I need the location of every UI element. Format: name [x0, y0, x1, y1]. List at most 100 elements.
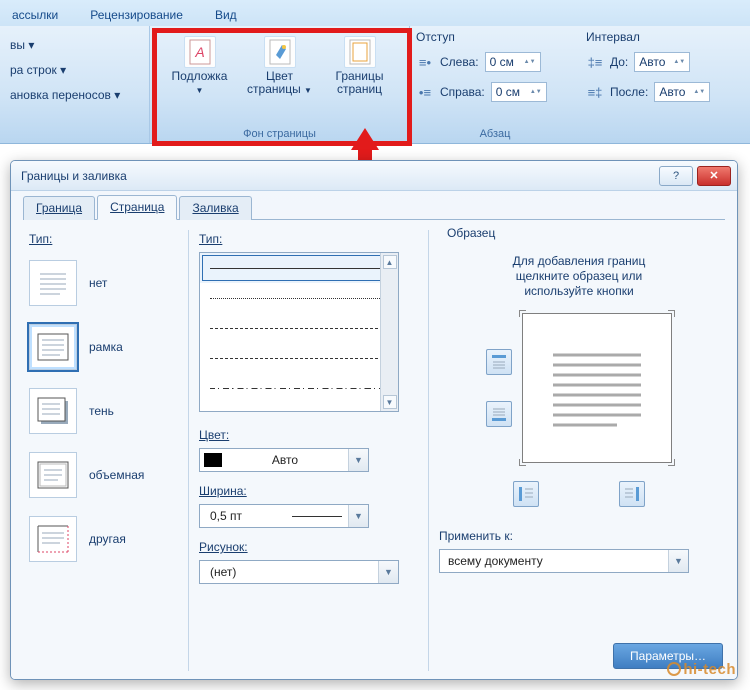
line-style-dashdot[interactable]: [200, 373, 398, 403]
edge-top-button[interactable]: [486, 349, 512, 375]
setting-3d-label: объемная: [89, 468, 144, 482]
indent-left-input[interactable]: 0 см▲▼: [485, 52, 541, 72]
indent-right-icon: •≡: [416, 85, 434, 100]
setting-box[interactable]: рамка: [29, 324, 178, 370]
edge-bottom-button[interactable]: [486, 401, 512, 427]
line-style-scrollbar[interactable]: ▲ ▼: [380, 253, 398, 411]
chevron-down-icon[interactable]: ▼: [668, 550, 688, 572]
tab-fill[interactable]: Заливка: [179, 196, 251, 220]
edge-right-button[interactable]: [619, 481, 645, 507]
setting-box-icon: [29, 324, 77, 370]
watermark-icon: A: [184, 36, 216, 68]
page-color-button[interactable]: Цвет страницы ▼: [245, 34, 315, 97]
group-title-paragraph: Абзац: [416, 126, 574, 143]
dialog-title: Границы и заливка: [21, 169, 655, 183]
group-title-page-setup: [6, 126, 143, 143]
tab-references[interactable]: ассылки: [10, 4, 60, 26]
annotation-arrow-head: [351, 128, 379, 150]
edge-left-button[interactable]: [513, 481, 539, 507]
group-page-setup-partial: вы ▾ ра строк ▾ ановка переносов ▾: [0, 26, 150, 143]
setting-none[interactable]: нет: [29, 260, 178, 306]
chevron-down-icon[interactable]: ▼: [348, 449, 368, 471]
page-color-icon: [264, 36, 296, 68]
art-combo[interactable]: (нет) ▼: [199, 560, 399, 584]
indent-heading: Отступ: [416, 30, 574, 46]
space-before-input[interactable]: Авто▲▼: [634, 52, 690, 72]
width-label: Ширина:: [199, 482, 418, 504]
tab-border[interactable]: Граница: [23, 196, 95, 220]
options-button[interactable]: Параметры…: [613, 643, 723, 669]
apply-to-value: всему документу: [440, 554, 668, 568]
svg-text:A: A: [194, 44, 204, 60]
spacing-heading: Интервал: [586, 30, 734, 46]
setting-shadow-label: тень: [89, 404, 114, 418]
close-button[interactable]: ✕: [697, 166, 731, 186]
preview-column: Образец Для добавления границ щелкните о…: [429, 230, 729, 671]
group-spacing: Интервал ‡≡ До: Авто▲▼ ≡‡ После: Авто▲▼: [580, 26, 740, 143]
watermark-button[interactable]: A Подложка▼: [165, 34, 235, 97]
indent-right-label: Справа:: [440, 85, 485, 99]
scroll-down-icon[interactable]: ▼: [383, 395, 397, 409]
spinner-icon[interactable]: ▲▼: [693, 89, 705, 95]
line-style-dash-fine[interactable]: [200, 313, 398, 343]
borders-shading-dialog: Границы и заливка ? ✕ Граница Страница З…: [10, 160, 738, 680]
spinner-icon[interactable]: ▲▼: [530, 89, 542, 95]
preview-legend: Образец: [443, 226, 499, 240]
page-setup-opt-3[interactable]: ановка переносов ▾: [6, 84, 124, 106]
indent-left-icon: ≡•: [416, 55, 434, 70]
page-setup-opt-1[interactable]: вы ▾: [6, 34, 124, 56]
apply-to-label: Применить к:: [439, 527, 719, 549]
space-after-icon: ≡‡: [586, 85, 604, 100]
page-setup-opt-2[interactable]: ра строк ▾: [6, 59, 124, 81]
space-after-input[interactable]: Авто▲▼: [654, 82, 710, 102]
setting-3d-icon: [29, 452, 77, 498]
setting-column: Тип: нет рамка тень объемная другая: [19, 230, 189, 671]
ribbon: вы ▾ ра строк ▾ ановка переносов ▾ A Под…: [0, 26, 750, 144]
chevron-down-icon[interactable]: ▼: [348, 505, 368, 527]
line-style-dotted[interactable]: [200, 283, 398, 313]
group-page-background: A Подложка▼ Цвет страницы ▼ Границы стра…: [150, 26, 410, 143]
help-button[interactable]: ?: [659, 166, 693, 186]
setting-3d[interactable]: объемная: [29, 452, 178, 498]
page-borders-button[interactable]: Границы страниц: [325, 34, 395, 96]
color-combo[interactable]: Авто ▼: [199, 448, 369, 472]
color-label: Цвет:: [199, 426, 418, 448]
style-column: Тип: ▲ ▼ Цвет: Авто ▼ Ширина: 0,5 п: [189, 230, 429, 671]
preview-hint: Для добавления границ щелкните образец и…: [439, 234, 719, 307]
setting-custom-label: другая: [89, 532, 126, 546]
line-style-solid[interactable]: [200, 253, 398, 283]
indent-right-input[interactable]: 0 см▲▼: [491, 82, 547, 102]
page-borders-icon: [344, 36, 376, 68]
setting-none-icon: [29, 260, 77, 306]
width-combo[interactable]: 0,5 пт ▼: [199, 504, 369, 528]
page-preview[interactable]: [522, 313, 672, 463]
dialog-tabs: Граница Страница Заливка: [11, 191, 737, 219]
tab-view[interactable]: Вид: [213, 4, 239, 26]
width-value: 0,5 пт: [200, 509, 292, 523]
tab-page[interactable]: Страница: [97, 195, 177, 220]
setting-custom[interactable]: другая: [29, 516, 178, 562]
indent-left-label: Слева:: [440, 55, 479, 69]
line-style-list[interactable]: ▲ ▼: [199, 252, 399, 412]
spinner-icon[interactable]: ▲▼: [673, 59, 685, 65]
spinner-icon[interactable]: ▲▼: [524, 59, 536, 65]
space-after-label: После:: [610, 85, 648, 99]
color-swatch-icon: [204, 453, 222, 467]
space-before-label: До:: [610, 55, 628, 69]
art-value: (нет): [200, 565, 378, 579]
color-value: Авто: [222, 453, 348, 467]
apply-to-combo[interactable]: всему документу ▼: [439, 549, 689, 573]
tab-review[interactable]: Рецензирование: [88, 4, 185, 26]
dialog-titlebar[interactable]: Границы и заливка ? ✕: [11, 161, 737, 191]
group-indent: Отступ ≡• Слева: 0 см▲▼ •≡ Справа: 0 см▲…: [410, 26, 580, 143]
line-style-dash[interactable]: [200, 343, 398, 373]
scroll-up-icon[interactable]: ▲: [383, 255, 397, 269]
chevron-down-icon[interactable]: ▼: [378, 561, 398, 583]
setting-shadow-icon: [29, 388, 77, 434]
setting-shadow[interactable]: тень: [29, 388, 178, 434]
art-label: Рисунок:: [199, 538, 418, 560]
ribbon-tab-strip: ассылки Рецензирование Вид: [0, 0, 750, 26]
setting-custom-icon: [29, 516, 77, 562]
setting-label: Тип:: [29, 230, 178, 252]
style-type-label: Тип:: [199, 230, 418, 252]
